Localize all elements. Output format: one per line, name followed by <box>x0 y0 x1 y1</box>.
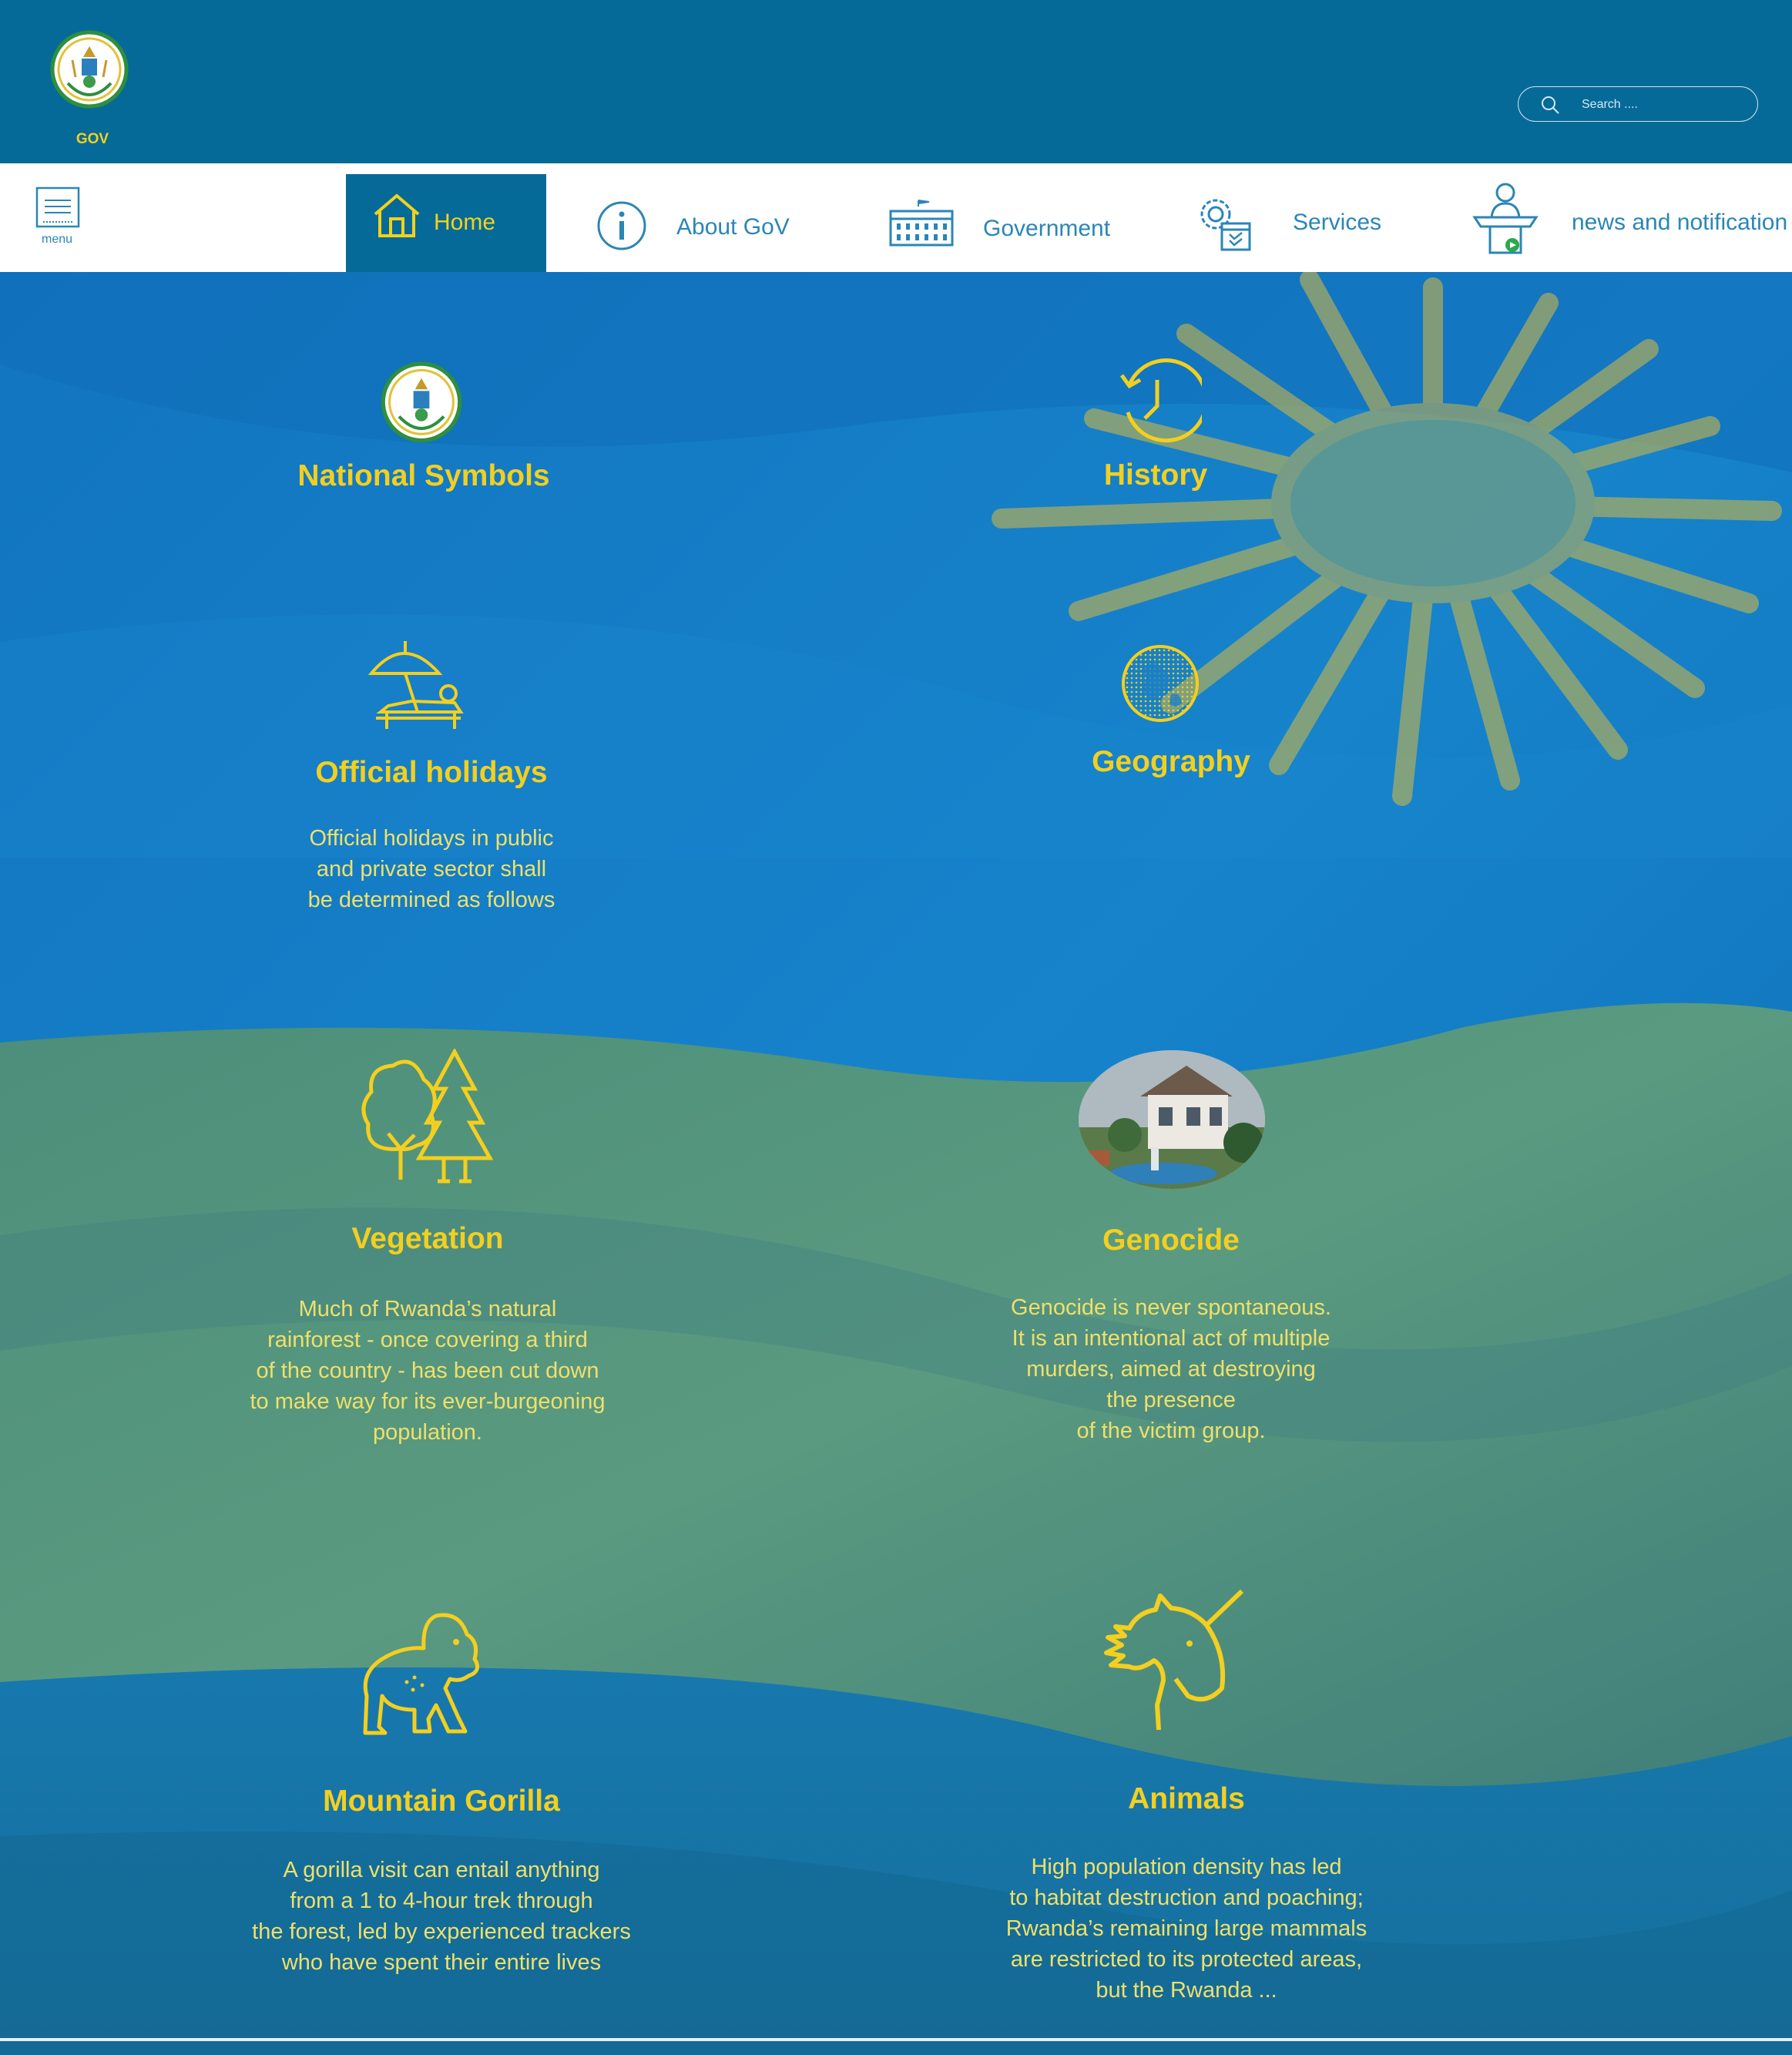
card-title[interactable]: Animals <box>994 1782 1379 1816</box>
card-title[interactable]: National Symbols <box>293 459 555 493</box>
government-building-icon <box>889 200 954 247</box>
unicorn-icon[interactable] <box>1091 1590 1245 1736</box>
card-geography[interactable]: Geography <box>1040 643 1302 782</box>
info-icon <box>597 201 646 250</box>
card-title[interactable]: Mountain Gorilla <box>245 1785 638 1818</box>
podium-speaker-icon <box>1472 183 1539 254</box>
card-title[interactable]: Geography <box>1040 745 1302 779</box>
coat-of-arms-logo[interactable] <box>49 29 129 116</box>
main-nav: menu Home About GoV Government Services … <box>0 163 1792 272</box>
card-description: A gorilla visit can entail anything from… <box>252 1858 631 1975</box>
nav-news-and-notification[interactable]: news and notification <box>1470 174 1787 272</box>
nav-government[interactable]: Government <box>888 174 1126 272</box>
card-history[interactable]: History <box>1025 358 1287 497</box>
card-genocide[interactable]: Genocide Genocide is never spontaneous. … <box>978 1050 1364 1466</box>
search-box[interactable] <box>1518 86 1758 122</box>
services-gear-icon <box>1200 199 1251 251</box>
card-mountain-gorilla[interactable]: Mountain Gorilla A gorilla visit can ent… <box>245 1611 638 1996</box>
card-description: Genocide is never spontaneous. It is an … <box>1011 1295 1331 1443</box>
nav-about-gov-label: About GoV <box>676 214 790 240</box>
menu-label: menu <box>41 233 73 246</box>
nav-about-gov[interactable]: About GoV <box>596 174 797 272</box>
card-national-symbols[interactable]: National Symbols <box>293 361 555 499</box>
card-title[interactable]: Official holidays <box>262 756 601 790</box>
nav-home[interactable]: Home <box>346 174 546 272</box>
content-area: National Symbols History Official holida… <box>0 272 1792 2055</box>
menu-button[interactable]: menu <box>35 186 83 260</box>
card-description: Much of Rwanda’s natural rainforest - on… <box>250 1297 606 1445</box>
search-input[interactable] <box>1580 93 1737 116</box>
beach-umbrella-icon[interactable] <box>365 638 465 734</box>
nav-services[interactable]: Services <box>1191 174 1391 272</box>
nav-services-label: Services <box>1293 210 1382 235</box>
card-vegetation[interactable]: Vegetation Much of Rwanda’s natural rain… <box>239 1049 616 1465</box>
gorilla-icon[interactable] <box>359 1611 495 1738</box>
nav-home-label: Home <box>434 210 496 235</box>
card-official-holidays[interactable]: Official holidays Official holidays in p… <box>262 638 601 912</box>
hamburger-menu-icon[interactable] <box>35 186 80 230</box>
clock-history-icon[interactable] <box>1112 358 1202 448</box>
trees-icon[interactable] <box>357 1049 496 1187</box>
top-header: GOV <box>0 0 1792 163</box>
home-icon <box>374 193 420 237</box>
card-animals[interactable]: Animals High population density has led … <box>994 1590 1379 2021</box>
card-title[interactable]: History <box>1025 458 1287 492</box>
coat-of-arms-icon[interactable] <box>379 361 464 450</box>
memorial-photo[interactable] <box>1079 1050 1265 1189</box>
bottom-divider <box>0 2038 1792 2041</box>
nav-news-label: news and notification <box>1572 210 1788 235</box>
card-title[interactable]: Vegetation <box>239 1222 616 1256</box>
card-description: High population density has led to habit… <box>1005 1855 1367 2003</box>
search-icon[interactable] <box>1540 95 1560 115</box>
card-title[interactable]: Genocide <box>978 1224 1364 1258</box>
card-description: Official holidays in public and private … <box>307 826 555 912</box>
logo-text: GOV <box>76 131 109 147</box>
nav-government-label: Government <box>983 216 1111 241</box>
globe-icon[interactable] <box>1120 643 1200 724</box>
